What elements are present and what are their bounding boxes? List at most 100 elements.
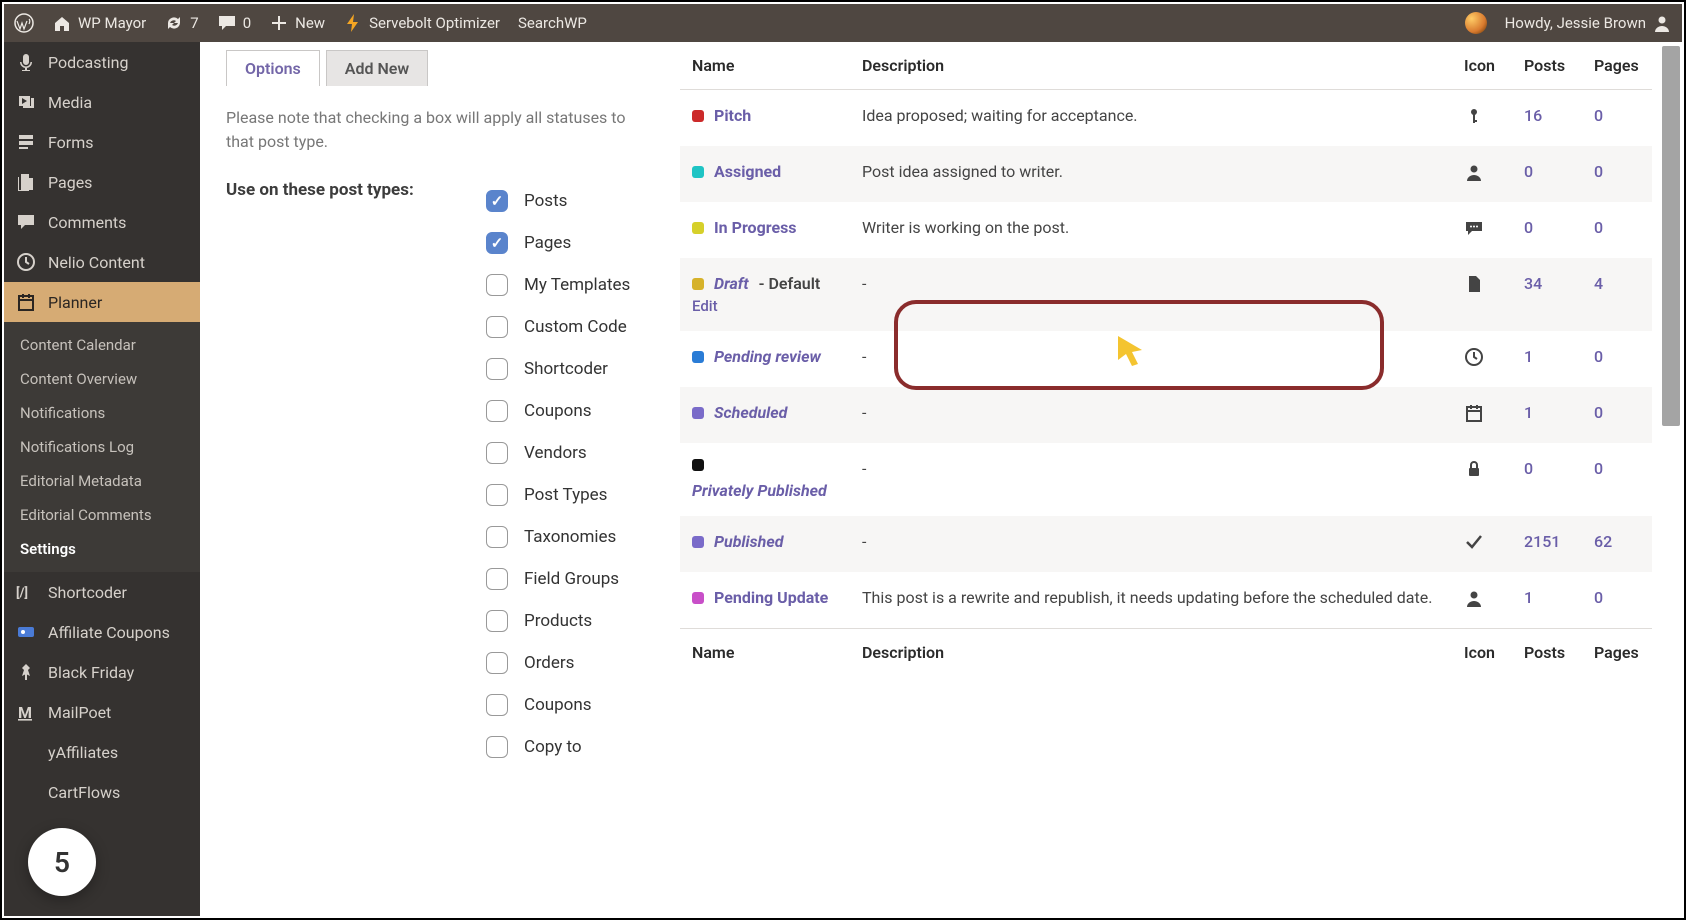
comments-ab[interactable]: 0: [217, 13, 251, 33]
th-icon[interactable]: Icon: [1452, 42, 1512, 90]
sidebar-item-shortcoder[interactable]: [/]Shortcoder: [4, 572, 200, 612]
servebolt[interactable]: Servebolt Optimizer: [343, 13, 500, 33]
posts-count[interactable]: 0: [1524, 162, 1533, 181]
status-name[interactable]: In Progress: [692, 218, 838, 237]
post-type-field-groups[interactable]: Field Groups: [486, 558, 654, 600]
sidebar-item-planner[interactable]: Planner: [4, 282, 200, 322]
table-row[interactable]: Published-215162: [680, 516, 1652, 572]
table-row[interactable]: Scheduled-10: [680, 387, 1652, 443]
sidebar-item-media[interactable]: Media: [4, 82, 200, 122]
table-row[interactable]: Privately Published-00: [680, 443, 1652, 516]
table-row[interactable]: AssignedPost idea assigned to writer.00: [680, 146, 1652, 202]
pages-count[interactable]: 0: [1594, 162, 1603, 181]
post-type-pages[interactable]: Pages: [486, 222, 654, 264]
th-name[interactable]: Name: [680, 42, 850, 90]
sidebar-item-affiliate-coupons[interactable]: Affiliate Coupons: [4, 612, 200, 652]
edit-link[interactable]: Edit: [692, 297, 838, 315]
post-type-checkbox[interactable]: [486, 568, 508, 590]
scrollbar[interactable]: [1662, 46, 1680, 426]
post-type-coupons[interactable]: Coupons: [486, 390, 654, 432]
submenu-item-content-overview[interactable]: Content Overview: [4, 362, 200, 396]
status-name[interactable]: Pending Update: [692, 588, 838, 607]
post-type-products[interactable]: Products: [486, 600, 654, 642]
status-name[interactable]: Privately Published: [692, 459, 838, 500]
account-avatar[interactable]: [1465, 12, 1487, 34]
my-account[interactable]: Howdy, Jessie Brown: [1505, 13, 1672, 33]
sidebar-item-black-friday[interactable]: Black Friday: [4, 652, 200, 692]
post-type-orders[interactable]: Orders: [486, 642, 654, 684]
tab-options[interactable]: Options: [226, 50, 320, 86]
sidebar-item-forms[interactable]: Forms: [4, 122, 200, 162]
sidebar-item-yaffiliates[interactable]: yAffiliates: [4, 732, 200, 772]
pages-count[interactable]: 0: [1594, 106, 1603, 125]
status-name[interactable]: Assigned: [692, 162, 838, 181]
post-type-checkbox[interactable]: [486, 400, 508, 422]
table-row[interactable]: Pending UpdateThis post is a rewrite and…: [680, 572, 1652, 629]
post-type-shortcoder[interactable]: Shortcoder: [486, 348, 654, 390]
status-name[interactable]: Pending review: [692, 347, 838, 366]
posts-count[interactable]: 1: [1524, 403, 1533, 422]
submenu-item-editorial-metadata[interactable]: Editorial Metadata: [4, 464, 200, 498]
pages-count[interactable]: 0: [1594, 459, 1603, 478]
status-name[interactable]: Draft - Default: [692, 274, 838, 293]
table-row[interactable]: Draft - DefaultEdit-344: [680, 258, 1652, 331]
post-type-checkbox[interactable]: [486, 190, 508, 212]
post-type-checkbox[interactable]: [486, 610, 508, 632]
pages-count[interactable]: 0: [1594, 347, 1603, 366]
submenu-item-editorial-comments[interactable]: Editorial Comments: [4, 498, 200, 532]
new-content[interactable]: New: [269, 13, 325, 33]
post-type-vendors[interactable]: Vendors: [486, 432, 654, 474]
post-type-checkbox[interactable]: [486, 316, 508, 338]
post-type-checkbox[interactable]: [486, 358, 508, 380]
updates[interactable]: 7: [164, 13, 198, 33]
th-pages[interactable]: Pages: [1582, 42, 1652, 90]
posts-count[interactable]: 16: [1524, 106, 1542, 125]
table-row[interactable]: Pending review-10: [680, 331, 1652, 387]
status-name[interactable]: Published: [692, 532, 838, 551]
searchwp[interactable]: SearchWP: [518, 14, 587, 32]
floating-badge[interactable]: 5: [28, 828, 96, 896]
post-type-checkbox[interactable]: [486, 736, 508, 758]
th-posts[interactable]: Posts: [1512, 42, 1582, 90]
post-type-checkbox[interactable]: [486, 526, 508, 548]
status-name[interactable]: Pitch: [692, 106, 838, 125]
post-type-checkbox[interactable]: [486, 694, 508, 716]
sidebar-item-pages[interactable]: Pages: [4, 162, 200, 202]
sidebar-item-comments[interactable]: Comments: [4, 202, 200, 242]
site-name[interactable]: WP Mayor: [52, 13, 146, 33]
post-type-copy-to[interactable]: Copy to: [486, 726, 654, 768]
pages-count[interactable]: 0: [1594, 218, 1603, 237]
post-type-posts[interactable]: Posts: [486, 180, 654, 222]
pages-count[interactable]: 4: [1594, 274, 1603, 293]
submenu-item-notifications[interactable]: Notifications: [4, 396, 200, 430]
posts-count[interactable]: 34: [1524, 274, 1542, 293]
post-type-checkbox[interactable]: [486, 484, 508, 506]
posts-count[interactable]: 0: [1524, 218, 1533, 237]
post-type-post-types[interactable]: Post Types: [486, 474, 654, 516]
pages-count[interactable]: 62: [1594, 532, 1612, 551]
post-type-checkbox[interactable]: [486, 232, 508, 254]
submenu-item-settings[interactable]: Settings: [4, 532, 200, 566]
posts-count[interactable]: 2151: [1524, 532, 1560, 551]
sidebar-item-podcasting[interactable]: Podcasting: [4, 42, 200, 82]
status-name[interactable]: Scheduled: [692, 403, 838, 422]
table-row[interactable]: PitchIdea proposed; waiting for acceptan…: [680, 90, 1652, 147]
th-desc[interactable]: Description: [850, 42, 1452, 90]
sidebar-item-nelio-content[interactable]: Nelio Content: [4, 242, 200, 282]
post-type-checkbox[interactable]: [486, 274, 508, 296]
posts-count[interactable]: 0: [1524, 459, 1533, 478]
post-type-checkbox[interactable]: [486, 442, 508, 464]
posts-count[interactable]: 1: [1524, 588, 1533, 607]
submenu-item-notifications-log[interactable]: Notifications Log: [4, 430, 200, 464]
sidebar-item-cartflows[interactable]: CartFlows: [4, 772, 200, 812]
post-type-checkbox[interactable]: [486, 652, 508, 674]
post-type-taxonomies[interactable]: Taxonomies: [486, 516, 654, 558]
posts-count[interactable]: 1: [1524, 347, 1533, 366]
pages-count[interactable]: 0: [1594, 403, 1603, 422]
submenu-item-content-calendar[interactable]: Content Calendar: [4, 328, 200, 362]
table-row[interactable]: In ProgressWriter is working on the post…: [680, 202, 1652, 258]
tab-add-new[interactable]: Add New: [326, 50, 428, 86]
pages-count[interactable]: 0: [1594, 588, 1603, 607]
sidebar-item-mailpoet[interactable]: MMailPoet: [4, 692, 200, 732]
post-type-custom-code[interactable]: Custom Code: [486, 306, 654, 348]
